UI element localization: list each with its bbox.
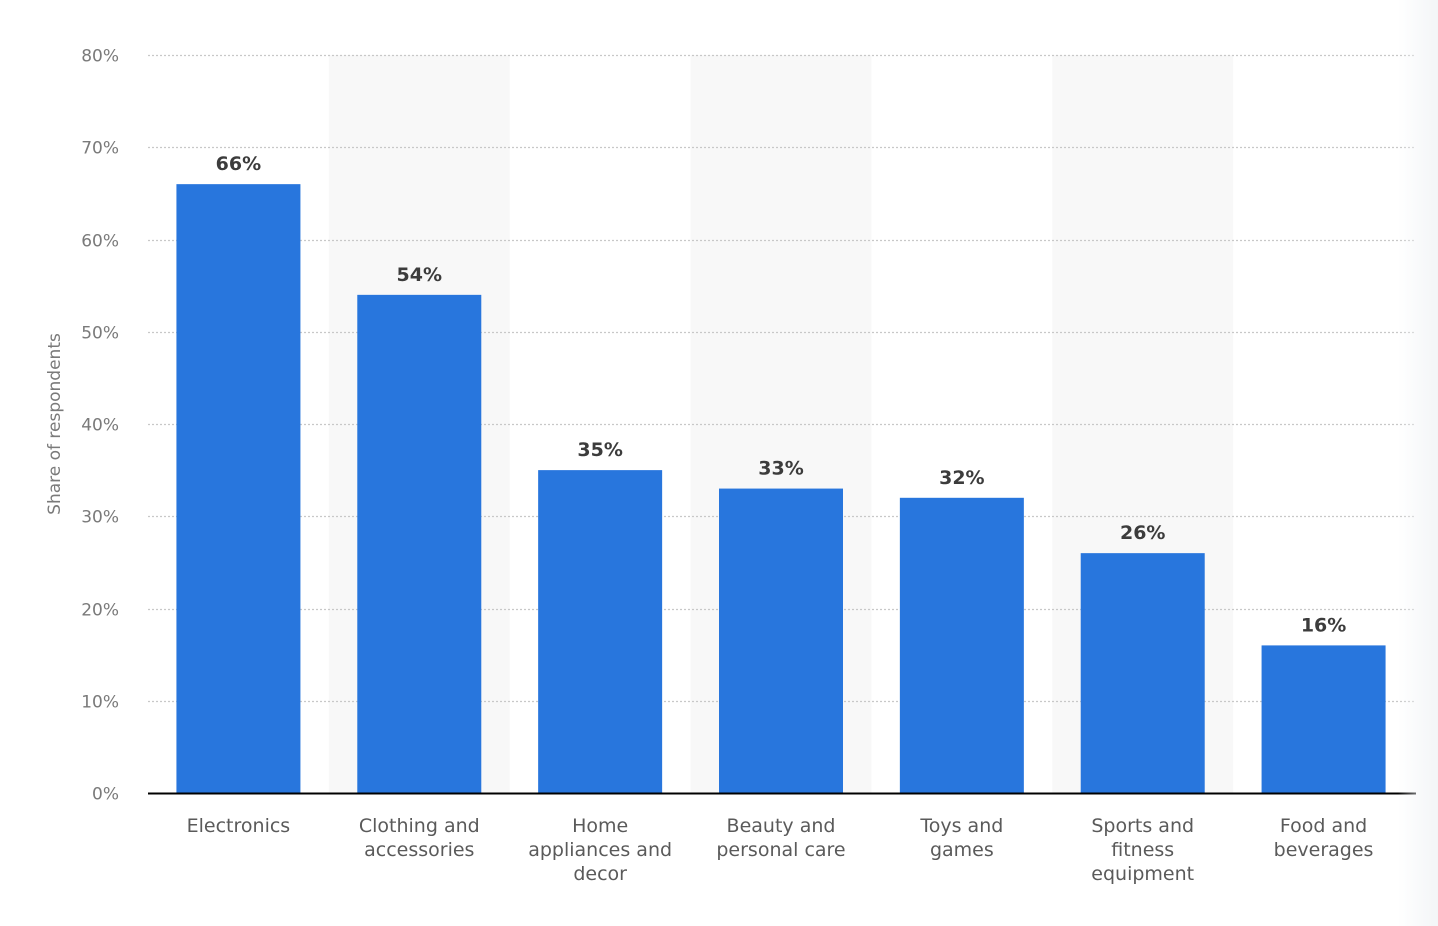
y-tick-label: 50% [81,324,119,344]
x-tick-label: decor [573,863,627,885]
x-tick-label: Electronics [187,815,291,837]
data-label: 33% [758,458,803,480]
bar [176,184,301,793]
bar [357,294,482,793]
y-tick-label: 30% [81,508,119,528]
data-label: 16% [1301,614,1346,636]
x-tick-label: personal care [716,839,845,861]
data-label: 35% [577,439,622,461]
x-tick-label: games [930,839,994,861]
data-label: 66% [216,153,261,175]
x-tick-label: beverages [1274,839,1374,861]
x-tick-label: appliances and [528,839,672,861]
y-tick-label: 80% [81,47,119,67]
y-tick-label: 20% [81,601,119,621]
bar [1080,553,1205,793]
bar [538,470,663,793]
x-tick-label: Sports and [1091,815,1194,837]
x-tick-label: Toys and [919,815,1003,837]
data-label: 26% [1120,522,1165,544]
x-tick-label: accessories [364,839,474,861]
data-label: 32% [939,467,984,489]
y-tick-label: 0% [92,785,119,805]
bar [1261,645,1386,793]
y-axis-title: Share of respondents [45,333,65,515]
y-tick-label: 70% [81,139,119,159]
bar [899,497,1024,793]
bar [719,488,843,793]
x-tick-label: Food and [1280,815,1367,837]
x-tick-label: Clothing and [359,815,480,837]
bar-chart: 0% 10% 20% 30% 40% 50% 60% 70% 80% Share of respo… [45,47,1416,885]
x-tick-label: fitness [1111,839,1174,861]
data-label: 54% [397,264,442,286]
x-tick-label: Home [572,815,628,837]
y-tick-label: 10% [81,693,119,713]
y-tick-label: 40% [81,416,119,436]
x-tick-label: equipment [1091,863,1194,885]
x-tick-label: Beauty and [727,815,836,837]
y-tick-label: 60% [81,232,119,252]
